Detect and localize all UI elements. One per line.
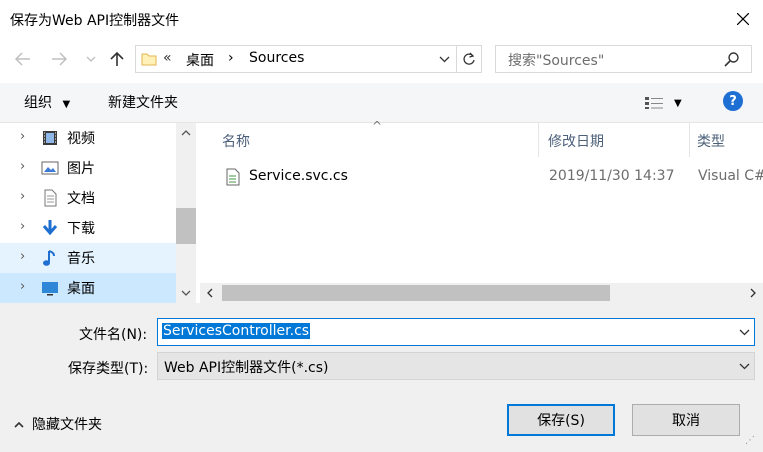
filename-value[interactable]: ServicesController.cs — [162, 323, 311, 339]
chevron-left-icon — [207, 288, 213, 298]
nav-label: 视频 — [67, 131, 95, 147]
column-header-name[interactable]: 名称 — [222, 131, 250, 151]
filename-field[interactable]: ServicesController.cs — [157, 318, 755, 346]
refresh-button[interactable] — [456, 46, 481, 72]
navigation-pane: › 视频 › 图片 › 文档 › 下载 › 音乐 › 桌面 — [0, 123, 196, 303]
filename-label: 文件名(N): — [79, 327, 148, 343]
nav-label: 下载 — [67, 221, 95, 237]
breadcrumb-overflow[interactable]: « — [163, 50, 172, 66]
hide-folders-button[interactable]: 隐藏文件夹 — [14, 414, 102, 434]
document-icon — [44, 189, 57, 207]
refresh-icon — [463, 52, 475, 65]
chevron-up-icon — [14, 421, 24, 428]
nav-item-documents[interactable]: › 文档 — [0, 183, 176, 213]
nav-label: 音乐 — [67, 251, 95, 267]
address-bar[interactable]: « 桌面 › Sources — [135, 45, 482, 73]
table-row[interactable]: Service.svc.cs 2019/11/30 14:37 Visual C… — [218, 163, 763, 191]
nav-item-desktop[interactable]: › 桌面 — [0, 273, 176, 303]
nav-item-downloads[interactable]: › 下载 — [0, 213, 176, 243]
scroll-left-button[interactable] — [200, 283, 220, 303]
chevron-down-icon — [86, 56, 96, 62]
file-list: ^ 名称 修改日期 类型 Service.svc.cs 2019/11/30 1… — [200, 119, 763, 303]
column-header-type[interactable]: 类型 — [697, 131, 725, 151]
save-type-label: 保存类型(T): — [68, 361, 149, 377]
close-button[interactable] — [722, 0, 763, 38]
scroll-down-button[interactable] — [176, 283, 196, 303]
save-options-panel: 文件名(N): ServicesController.cs 保存类型(T): W… — [0, 303, 763, 452]
hide-folders-label: 隐藏文件夹 — [32, 417, 102, 433]
up-button[interactable] — [106, 47, 128, 71]
scroll-up-button[interactable] — [176, 123, 196, 143]
nav-label: 桌面 — [67, 281, 95, 297]
scroll-right-button[interactable] — [743, 283, 763, 303]
horizontal-scrollbar[interactable] — [200, 283, 763, 303]
close-icon — [736, 13, 749, 25]
resize-grip-icon[interactable]: ⋰ — [745, 435, 755, 446]
title-bar: 保存为Web API控制器文件 — [0, 0, 763, 38]
folder-icon — [141, 53, 157, 66]
nav-item-music[interactable]: › 音乐 — [0, 243, 176, 273]
breadcrumb-separator[interactable]: › — [228, 50, 234, 66]
chevron-down-icon[interactable] — [739, 357, 750, 375]
back-button[interactable] — [12, 47, 34, 71]
arrow-up-icon — [110, 51, 124, 66]
file-date: 2019/11/30 14:37 — [549, 168, 675, 184]
column-divider[interactable] — [689, 123, 690, 157]
cancel-button[interactable]: 取消 — [632, 404, 740, 436]
save-type-select[interactable]: Web API控制器文件(*.cs) — [157, 352, 755, 380]
change-view-button[interactable]: ▼ — [644, 92, 690, 114]
save-button[interactable]: 保存(S) — [507, 404, 615, 436]
sort-ascending-icon: ^ — [372, 119, 383, 133]
file-name: Service.svc.cs — [249, 168, 348, 184]
address-dropdown-button[interactable] — [433, 46, 455, 72]
caret-down-icon: ▼ — [674, 97, 682, 109]
search-input[interactable]: 搜索"Sources" — [495, 45, 752, 73]
search-placeholder: 搜索"Sources" — [508, 53, 605, 69]
chevron-right-icon[interactable]: › — [20, 189, 25, 204]
save-type-value: Web API控制器文件(*.cs) — [164, 360, 329, 376]
column-header-date[interactable]: 修改日期 — [548, 131, 604, 151]
organize-label: 组织 — [24, 95, 52, 111]
scroll-thumb[interactable] — [222, 285, 610, 301]
nav-item-pictures[interactable]: › 图片 — [0, 153, 176, 183]
music-icon — [43, 250, 55, 266]
breadcrumb-sources[interactable]: Sources — [249, 50, 304, 66]
chevron-right-icon[interactable]: › — [20, 219, 25, 234]
navigation-scrollbar[interactable] — [176, 123, 196, 303]
arrow-left-icon — [15, 52, 30, 66]
organize-button[interactable]: 组织 ▼ — [24, 92, 70, 112]
arrow-right-icon — [52, 52, 67, 66]
search-icon[interactable] — [724, 51, 740, 67]
column-divider[interactable] — [538, 123, 539, 157]
chevron-down-icon — [439, 56, 449, 62]
recent-locations-button[interactable] — [84, 47, 98, 71]
nav-label: 图片 — [67, 161, 95, 177]
caret-down-icon: ▼ — [62, 99, 71, 110]
chevron-right-icon — [750, 288, 756, 298]
file-type: Visual C# — [698, 168, 763, 184]
command-toolbar: 组织 ▼ 新建文件夹 ▼ ? — [0, 83, 763, 123]
scroll-thumb[interactable] — [176, 208, 196, 244]
desktop-icon — [42, 282, 58, 296]
chevron-right-icon[interactable]: › — [20, 279, 25, 294]
breadcrumb-desktop[interactable]: 桌面 — [186, 50, 214, 70]
chevron-right-icon[interactable]: › — [20, 159, 25, 174]
nav-item-videos[interactable]: › 视频 — [0, 123, 176, 153]
window-title: 保存为Web API控制器文件 — [10, 13, 180, 29]
download-icon — [42, 220, 58, 236]
chevron-up-icon — [181, 130, 191, 136]
help-icon[interactable]: ? — [723, 91, 743, 111]
picture-icon — [41, 161, 59, 175]
video-icon — [43, 131, 57, 145]
chevron-right-icon[interactable]: › — [20, 249, 25, 264]
cs-file-icon — [226, 168, 240, 186]
chevron-right-icon[interactable]: › — [20, 129, 25, 144]
chevron-down-icon[interactable] — [739, 323, 750, 341]
nav-label: 文档 — [67, 191, 95, 207]
new-folder-button[interactable]: 新建文件夹 — [108, 92, 178, 112]
forward-button[interactable] — [48, 47, 70, 71]
view-details-icon — [645, 97, 663, 109]
chevron-down-icon — [181, 290, 191, 296]
